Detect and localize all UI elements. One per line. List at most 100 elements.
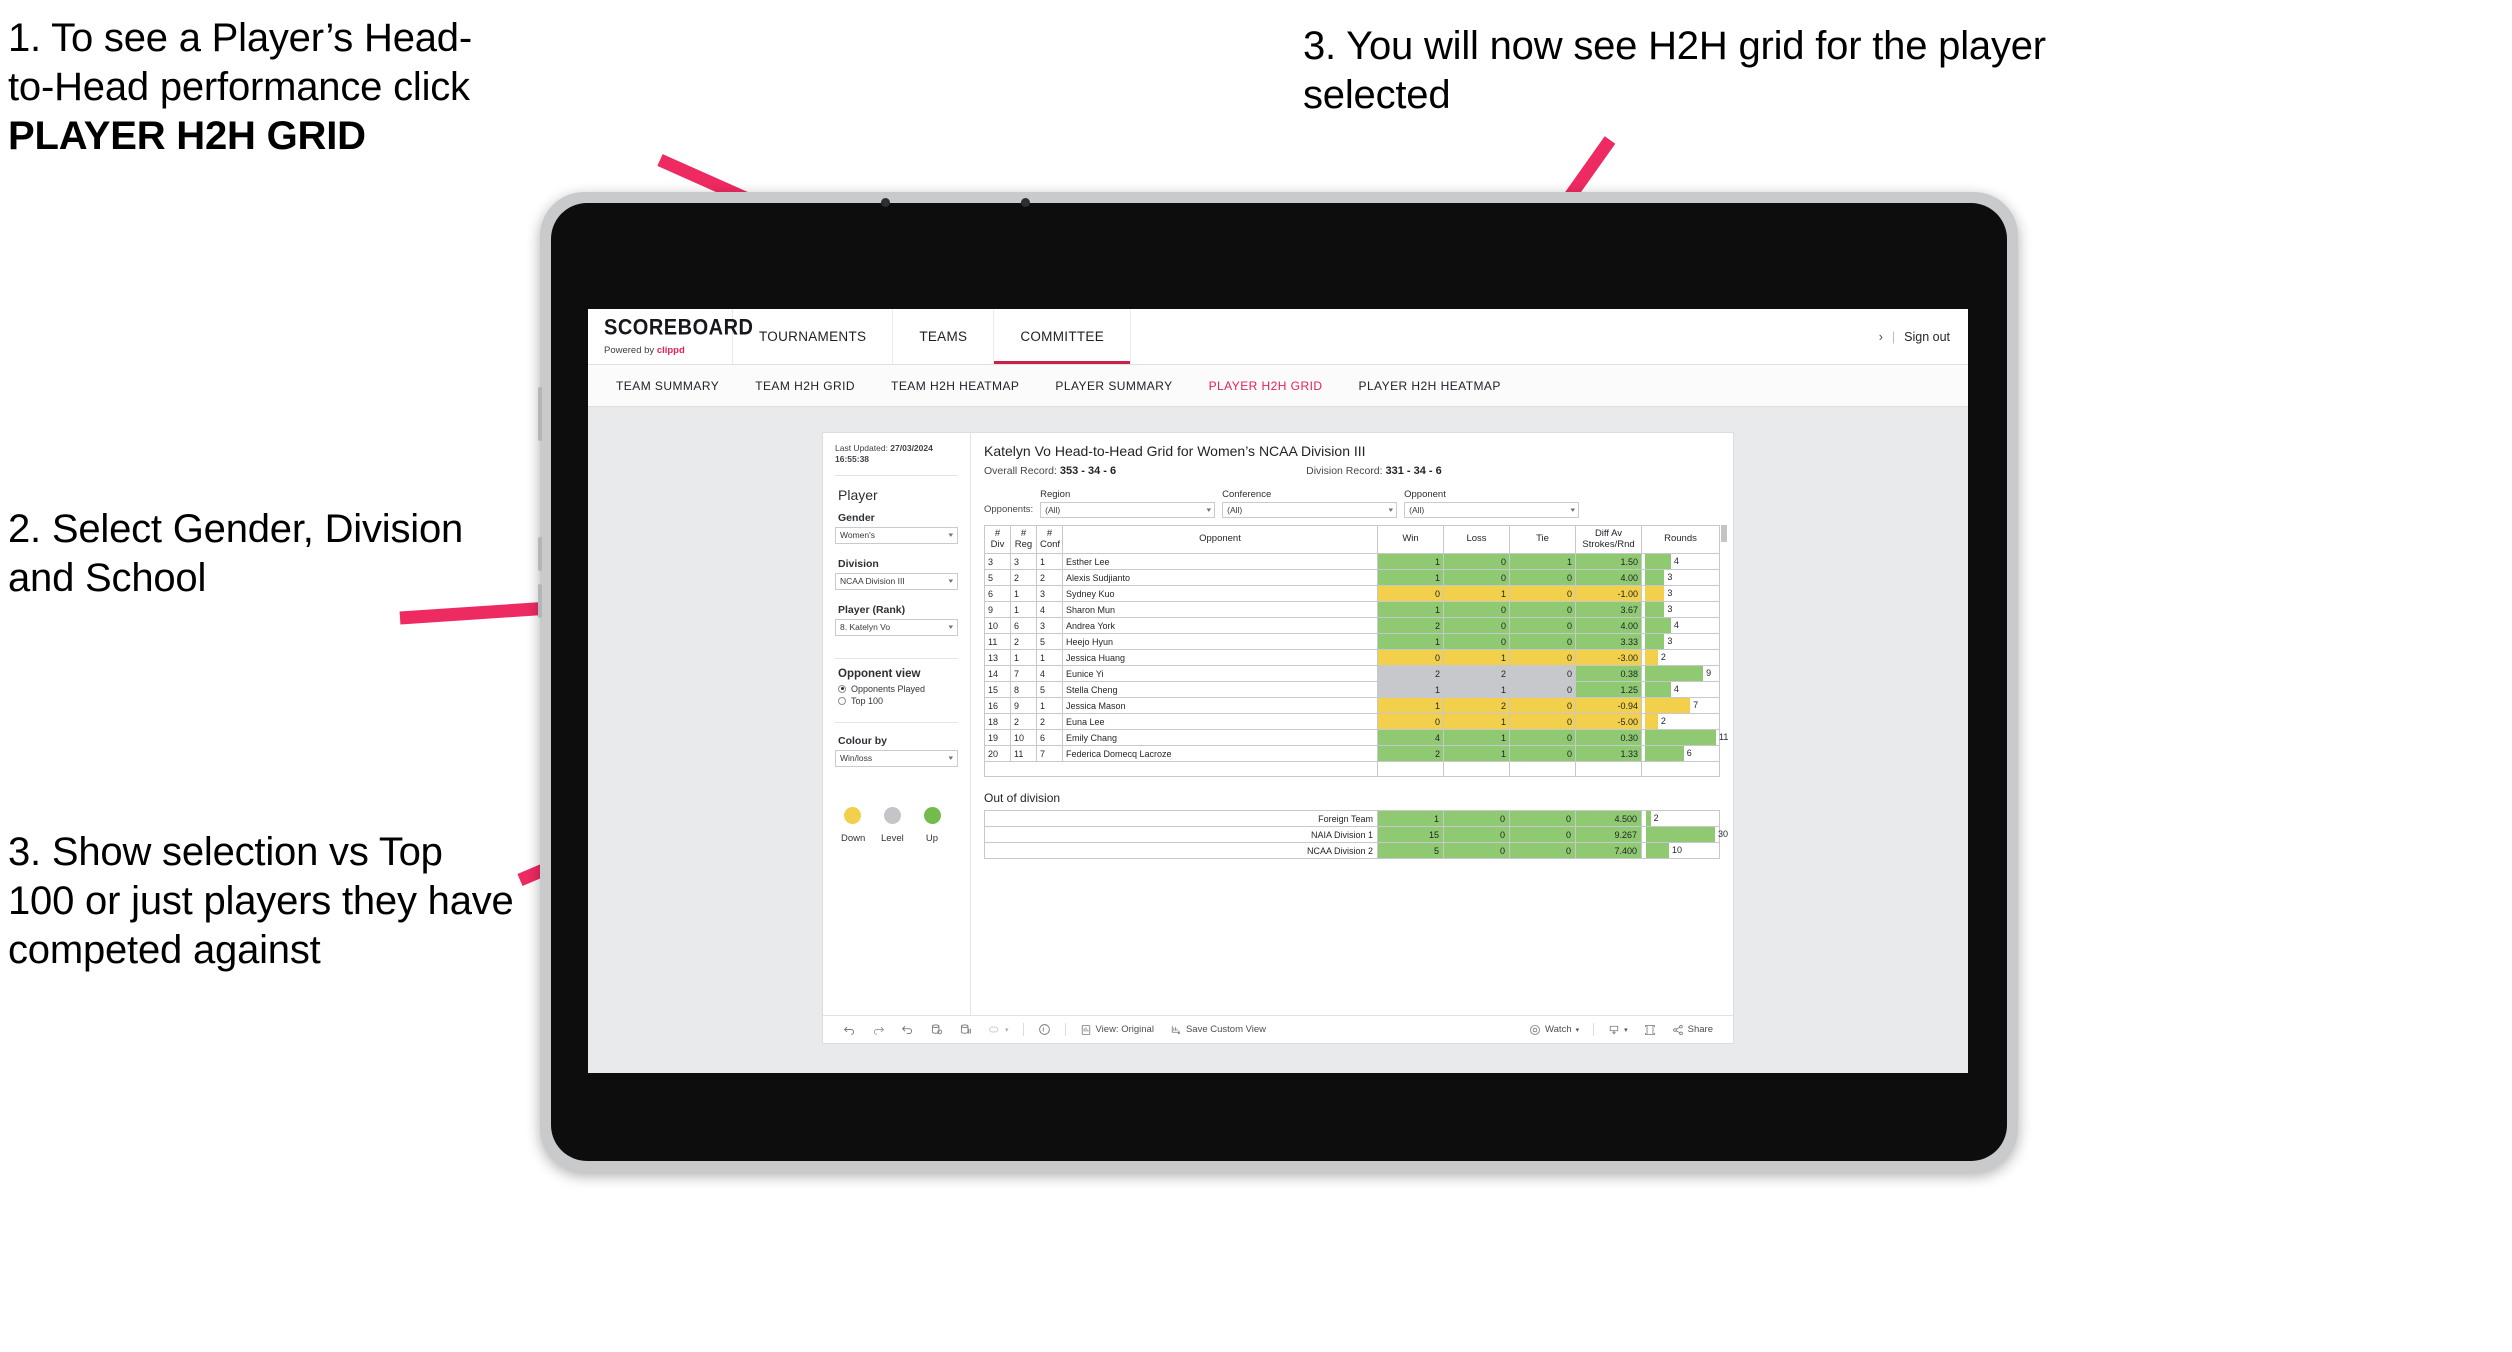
cell-win: 0 <box>1377 585 1444 602</box>
overall-record: Overall Record: 353 - 34 - 6 <box>984 465 1116 477</box>
cell-rounds: 2 <box>1641 649 1720 666</box>
filter-region-select[interactable]: (All) ▾ <box>1040 502 1216 518</box>
out-of-division-row[interactable]: NAIA Division 1 15 0 0 9.267 30 <box>984 826 1728 843</box>
redo-button[interactable] <box>864 1023 893 1036</box>
ood-cell-win: 1 <box>1377 810 1444 827</box>
nav-item-teams[interactable]: TEAMS <box>893 309 995 364</box>
view-original-button[interactable]: View: Original <box>1072 1024 1162 1036</box>
cell-conf: 4 <box>1036 665 1063 682</box>
tab-team-summary[interactable]: TEAM SUMMARY <box>598 379 737 393</box>
radio-top-100[interactable]: Top 100 <box>838 696 958 706</box>
pane-divider-1 <box>835 474 958 476</box>
cell-rounds: 11 <box>1641 729 1728 746</box>
rounds-bar-cell: 4 <box>1645 682 1716 697</box>
ood-cell-win: 5 <box>1377 842 1444 859</box>
out-of-division-row[interactable]: Foreign Team 1 0 0 4.500 2 <box>984 810 1720 827</box>
rounds-bar-cell: 11 <box>1645 730 1728 745</box>
rounds-bar-cell: 7 <box>1645 698 1716 713</box>
save-custom-view-label: Save Custom View <box>1185 1024 1267 1035</box>
cell-diff: 4.00 <box>1575 617 1642 634</box>
tab-team-h2h-heatmap[interactable]: TEAM H2H HEATMAP <box>873 379 1037 393</box>
radio-opponents-played-label: Opponents Played <box>851 683 926 694</box>
toolbar-divider-2 <box>1064 1023 1066 1036</box>
refresh-data-button[interactable] <box>922 1023 951 1036</box>
pause-auto-updates-button[interactable] <box>951 1023 980 1036</box>
cell-reg: 3 <box>1010 553 1037 570</box>
filter-conference-select[interactable]: (All) ▾ <box>1222 502 1398 518</box>
annotation-1-bold: PLAYER H2H GRID <box>8 113 366 158</box>
undo-button[interactable] <box>835 1023 864 1036</box>
filter-gender-select[interactable]: Women's ▾ <box>835 526 958 544</box>
tablet-button-power <box>538 387 542 441</box>
primary-nav: TOURNAMENTS TEAMS COMMITTEE <box>733 309 1132 364</box>
share-button[interactable]: Share <box>1664 1024 1721 1036</box>
undo-icon <box>843 1026 855 1035</box>
watch-button[interactable]: Watch ▾ <box>1521 1024 1587 1036</box>
filter-player-rank-select[interactable]: 8. Katelyn Vo ▾ <box>835 618 958 636</box>
table-row[interactable]: 15 8 5 Stella Cheng 1 1 0 1.25 4 <box>984 681 1720 698</box>
h2h-grid-head: # Div # Reg # Conf Opponent Win Loss Tie Diff Av St… <box>984 525 1720 554</box>
cell-tie: 0 <box>1509 649 1576 666</box>
device-preview-button[interactable]: ▾ <box>980 1023 1017 1036</box>
fullscreen-button[interactable] <box>1636 1024 1664 1036</box>
table-row[interactable]: 6 1 3 Sydney Kuo 0 1 0 -1.00 3 <box>984 585 1720 602</box>
tab-team-h2h-grid[interactable]: TEAM H2H GRID <box>737 379 873 393</box>
cell-win: 0 <box>1377 713 1444 730</box>
rounds-bar-cell: 6 <box>1645 746 1716 761</box>
filter-opponent-select[interactable]: (All) ▾ <box>1404 502 1580 518</box>
radio-opponents-played[interactable]: Opponents Played <box>838 684 958 694</box>
ood-cell-win: 15 <box>1377 826 1444 843</box>
rounds-bar <box>1646 827 1715 842</box>
cell-win: 2 <box>1377 665 1444 682</box>
table-row[interactable]: 10 6 3 Andrea York 2 0 0 4.00 4 <box>984 617 1720 634</box>
rounds-bar-cell: 3 <box>1645 570 1716 585</box>
sign-out-link[interactable]: Sign out <box>1904 330 1950 344</box>
table-empty-band <box>984 761 1720 777</box>
cell-loss: 0 <box>1443 601 1510 618</box>
cell-win: 1 <box>1377 553 1444 570</box>
division-record: Division Record: 331 - 34 - 6 <box>1306 465 1442 477</box>
filter-division-select[interactable]: NCAA Division III ▾ <box>835 572 958 590</box>
table-row[interactable]: 5 2 2 Alexis Sudjianto 1 0 0 4.00 3 <box>984 569 1720 586</box>
pause-button[interactable] <box>1030 1023 1059 1036</box>
legend-item-up: Up <box>921 806 943 844</box>
filter-gender-value: Women's <box>840 530 876 541</box>
filter-conference-label: Conference <box>1222 489 1272 500</box>
out-of-division-row[interactable]: NCAA Division 2 5 0 0 7.400 10 <box>984 842 1720 859</box>
table-row[interactable]: 14 7 4 Eunice Yi 2 2 0 0.38 9 <box>984 665 1720 682</box>
table-row[interactable]: 20 11 7 Federica Domecq Lacroze 2 1 0 1.33 6 <box>984 745 1720 762</box>
cell-loss: 2 <box>1443 665 1510 682</box>
save-custom-view-button[interactable]: Save Custom View <box>1162 1024 1274 1036</box>
app-header: SCOREBOARD Powered by clippd TOURNAMENTS… <box>588 309 1968 365</box>
account-chevron-icon[interactable]: › <box>1879 330 1883 344</box>
rounds-value: 4 <box>1673 684 1679 694</box>
table-row[interactable]: 16 9 1 Jessica Mason 1 2 0 -0.94 7 <box>984 697 1720 714</box>
cell-tie: 0 <box>1509 729 1576 746</box>
filter-colour-by-select[interactable]: Win/loss ▾ <box>835 749 958 767</box>
cell-opponent: Sharon Mun <box>1062 601 1378 618</box>
nav-item-tournaments[interactable]: TOURNAMENTS <box>733 309 894 364</box>
table-row[interactable]: 18 2 2 Euna Lee 0 1 0 -5.00 2 <box>984 713 1720 730</box>
tab-player-h2h-grid[interactable]: PLAYER H2H GRID <box>1191 379 1341 393</box>
tab-player-summary[interactable]: PLAYER SUMMARY <box>1037 379 1190 393</box>
device-preview-icon <box>989 1026 999 1033</box>
table-row[interactable]: 13 1 1 Jessica Huang 0 1 0 -3.00 2 <box>984 649 1720 666</box>
pane-divider-3 <box>835 721 958 723</box>
chevron-down-icon: ▾ <box>1624 1026 1628 1034</box>
filter-pane: Last Updated: 27/03/2024 16:55:38 Player… <box>823 433 971 1015</box>
table-row[interactable]: 3 3 1 Esther Lee 1 0 1 1.50 4 <box>984 553 1720 570</box>
table-scrollbar[interactable] <box>1721 525 1727 542</box>
download-button[interactable]: ▾ <box>1600 1024 1636 1036</box>
filter-region-value: (All) <box>1045 505 1061 515</box>
cell-loss: 1 <box>1443 745 1510 762</box>
table-row[interactable]: 19 10 6 Emily Chang 4 1 0 0.30 11 <box>984 729 1728 746</box>
cell-div: 20 <box>984 745 1011 762</box>
nav-item-committee[interactable]: COMMITTEE <box>994 309 1132 364</box>
cell-loss: 1 <box>1443 649 1510 666</box>
cell-tie: 0 <box>1509 617 1576 634</box>
table-row[interactable]: 9 1 4 Sharon Mun 1 0 0 3.67 3 <box>984 601 1720 618</box>
revert-button[interactable] <box>893 1023 922 1036</box>
cell-win: 1 <box>1377 681 1444 698</box>
table-row[interactable]: 11 2 5 Heejo Hyun 1 0 0 3.33 3 <box>984 633 1720 650</box>
tab-player-h2h-heatmap[interactable]: PLAYER H2H HEATMAP <box>1340 379 1518 393</box>
